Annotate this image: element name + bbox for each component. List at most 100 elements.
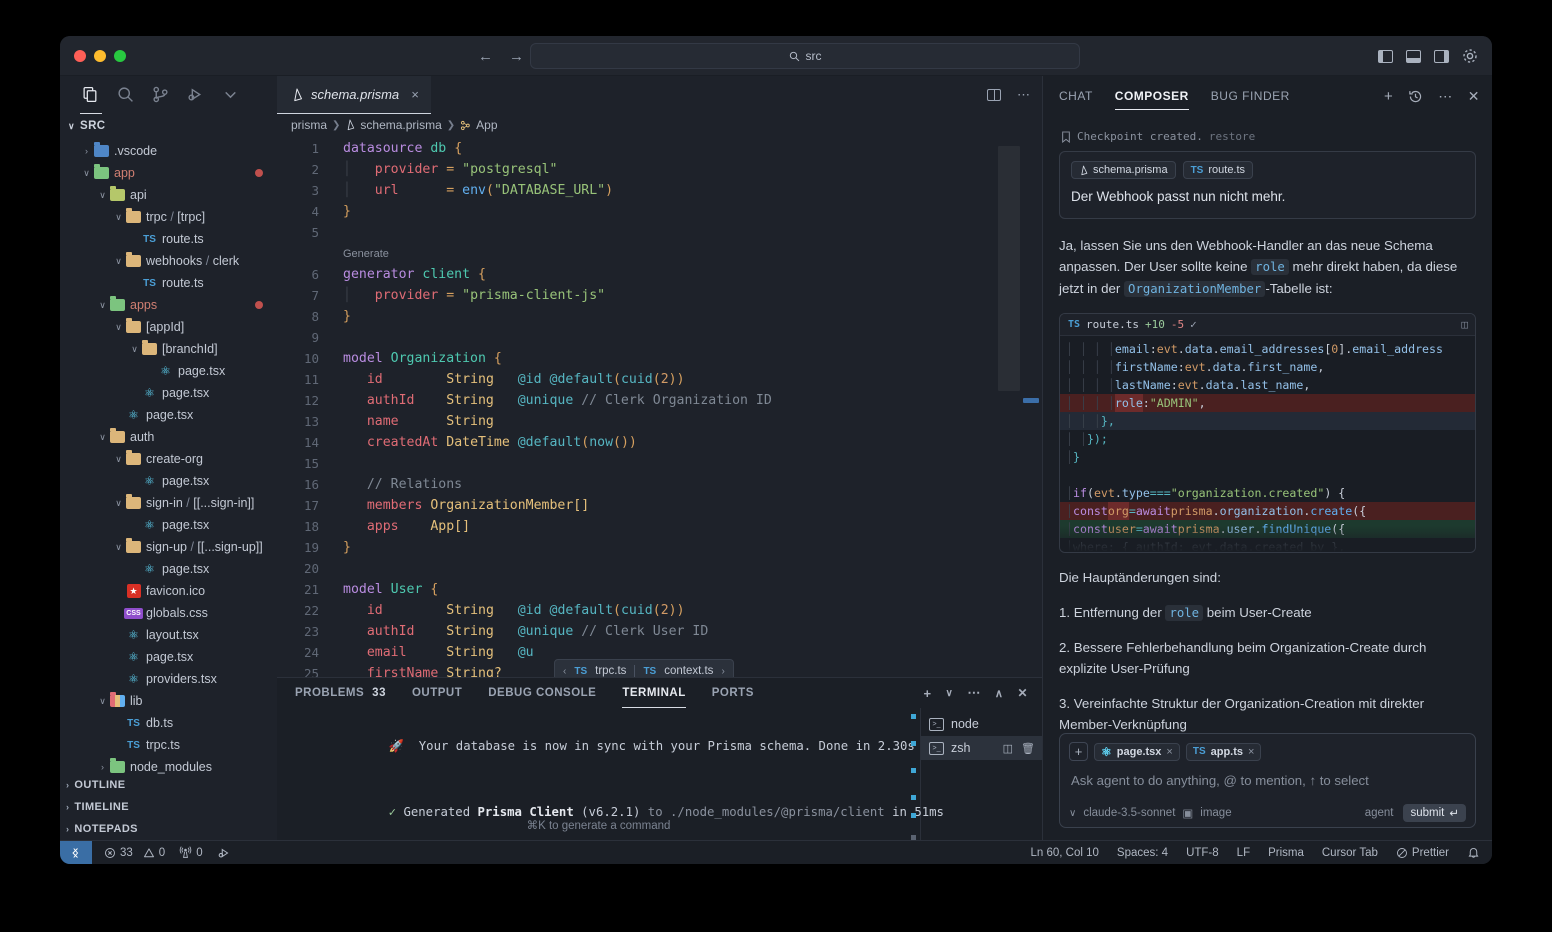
tree-file-faviconico[interactable]: ★ favicon.ico [60, 580, 277, 602]
tree-file-dbts[interactable]: TS db.ts [60, 712, 277, 734]
sidebar-section-timeline[interactable]: › TIMELINE [60, 796, 277, 818]
toggle-secondary-sidebar-icon[interactable] [1434, 49, 1449, 63]
chevron-down-icon[interactable]: ∨ [112, 322, 125, 333]
ai-tab-chat[interactable]: CHAT [1059, 76, 1093, 116]
panel-more-icon[interactable]: ⋯ [967, 685, 981, 701]
remove-chip-icon[interactable]: × [1248, 746, 1254, 758]
prev-reference-icon[interactable]: ‹ [563, 666, 566, 677]
gear-icon[interactable] [1462, 48, 1478, 64]
reference-context[interactable]: context.ts [664, 665, 713, 677]
ai-conversation[interactable]: Checkpoint created. restore schema.prism… [1043, 116, 1492, 733]
close-icon[interactable]: × [411, 87, 419, 102]
chevron-down-icon[interactable]: ∨ [80, 168, 93, 179]
code-editor[interactable]: 1 datasource db {2 │ provider = "postgresq… [277, 136, 1042, 677]
tree-file-trpcts[interactable]: TS trpc.ts [60, 734, 277, 756]
composer-chip-page[interactable]: ⚛ page.tsx × [1094, 742, 1180, 761]
terminal-instance-zsh[interactable]: >_ zsh ◫ 🗑 [921, 736, 1042, 760]
remove-chip-icon[interactable]: × [1166, 746, 1172, 758]
sidebar-section-outline[interactable]: › OUTLINE [60, 774, 277, 796]
close-panel-icon[interactable]: ✕ [1468, 88, 1480, 105]
diff-block[interactable]: TS route.ts +10 -5 ✓ ◫ │ │ │ │ email: ev… [1059, 313, 1476, 554]
explorer-icon[interactable] [80, 86, 102, 114]
run-debug-icon[interactable] [187, 86, 205, 104]
chevron-down-icon[interactable]: ∨ [128, 344, 141, 355]
more-icon[interactable]: ⋯ [1438, 88, 1453, 105]
tree-folder-webhooks[interactable]: ∨ webhooks / clerk [60, 250, 277, 272]
status-language-mode[interactable]: Prisma [1268, 847, 1304, 859]
close-window-button[interactable] [74, 49, 86, 62]
breadcrumb[interactable]: prisma ❯ schema.prisma ❯ App [277, 114, 1042, 136]
tree-folder-api[interactable]: ∨ api [60, 184, 277, 206]
composer-prompt-input[interactable]: Ask agent to do anything, @ to mention, … [1069, 769, 1466, 806]
tree-file-pagetsx[interactable]: ⚛ page.tsx [60, 404, 277, 426]
terminal-instance-list[interactable]: >_ node >_ zsh ◫ 🗑 [920, 708, 1042, 840]
chevron-right-icon[interactable]: › [96, 762, 109, 772]
run-debug-status[interactable] [217, 846, 231, 860]
chevron-down-icon[interactable]: ∨ [1069, 808, 1076, 819]
tree-file-providerstsx[interactable]: ⚛ providers.tsx [60, 668, 277, 690]
history-icon[interactable] [1408, 89, 1423, 104]
tree-folder-signin[interactable]: ∨ sign-in / [[...sign-in]] [60, 492, 277, 514]
radio-tower-status[interactable]: 0 [179, 846, 203, 859]
tree-folder-auth[interactable]: ∨ auth [60, 426, 277, 448]
back-icon[interactable]: ← [478, 48, 493, 65]
tree-file-pagetsx[interactable]: ⚛ page.tsx [60, 382, 277, 404]
context-chip-route[interactable]: TS route.ts [1182, 161, 1254, 179]
problems-status[interactable]: 33 0 [104, 847, 165, 859]
tree-file-pagetsx[interactable]: ⚛ page.tsx [60, 558, 277, 580]
maximize-window-button[interactable] [114, 49, 126, 62]
chevron-down-icon[interactable]: ∨ [96, 696, 109, 707]
breadcrumb-item-symbol[interactable]: App [476, 118, 497, 132]
next-reference-icon[interactable]: › [721, 666, 724, 677]
status-formatter[interactable]: Prettier [1396, 847, 1449, 859]
status-cursor-tab[interactable]: Cursor Tab [1322, 847, 1378, 859]
chevron-down-icon[interactable] [222, 86, 240, 104]
search-icon[interactable] [117, 86, 135, 104]
breadcrumb-item-prisma[interactable]: prisma [291, 118, 327, 132]
code-lens[interactable]: Generate [277, 243, 1042, 264]
tree-folder-nodemodules[interactable]: › node_modules [60, 756, 277, 774]
tree-file-routets[interactable]: TS route.ts [60, 272, 277, 294]
restore-link[interactable]: restore [1209, 130, 1255, 143]
chevron-down-icon[interactable]: ∨ [112, 542, 125, 553]
forward-icon[interactable]: → [509, 48, 524, 65]
status-indentation[interactable]: Spaces: 4 [1117, 847, 1168, 859]
tree-file-pagetsx[interactable]: ⚛ page.tsx [60, 646, 277, 668]
ai-tab-composer[interactable]: COMPOSER [1114, 76, 1189, 116]
tree-folder-lib[interactable]: ∨ lib [60, 690, 277, 712]
terminal-scrollbar[interactable] [911, 714, 916, 840]
status-notifications-bell-icon[interactable] [1467, 846, 1480, 859]
toggle-panel-icon[interactable] [1406, 49, 1421, 63]
new-composer-icon[interactable]: + [1384, 88, 1393, 105]
new-terminal-icon[interactable]: + [923, 686, 931, 701]
chevron-down-icon[interactable]: ∨ [96, 300, 109, 311]
composer-chip-app[interactable]: TS app.ts × [1185, 742, 1262, 761]
toggle-primary-sidebar-icon[interactable] [1378, 49, 1393, 63]
chevron-right-icon[interactable]: › [80, 146, 93, 156]
panel-tab-output[interactable]: OUTPUT [412, 678, 462, 708]
tree-file-globalscss[interactable]: CSS globals.css [60, 602, 277, 624]
window-controls[interactable] [60, 49, 126, 62]
panel-tab-debug-console[interactable]: DEBUG CONSOLE [488, 678, 596, 708]
context-chip-schema[interactable]: schema.prisma [1071, 161, 1176, 179]
chevron-down-icon[interactable]: ∨ [112, 256, 125, 267]
tree-folder-createorg[interactable]: ∨ create-org [60, 448, 277, 470]
status-encoding[interactable]: UTF-8 [1186, 847, 1219, 859]
diff-filename[interactable]: route.ts [1086, 318, 1139, 331]
panel-tab-terminal[interactable]: TERMINAL [622, 678, 687, 708]
maximize-panel-icon[interactable]: ∧ [995, 687, 1004, 700]
chevron-down-icon[interactable]: ∨ [112, 454, 125, 465]
submit-button[interactable]: submit ↵ [1403, 804, 1466, 822]
tree-file-pagetsx[interactable]: ⚛ page.tsx [60, 470, 277, 492]
chevron-down-icon[interactable]: ∨ [112, 498, 125, 509]
status-eol[interactable]: LF [1237, 847, 1250, 859]
tree-file-routets[interactable]: TS route.ts [60, 228, 277, 250]
tree-folder-appid[interactable]: ∨ [appId] [60, 316, 277, 338]
explorer-root-header[interactable]: ∨ SRC [60, 114, 277, 138]
mode-label[interactable]: agent [1365, 807, 1394, 819]
status-cursor-position[interactable]: Ln 60, Col 10 [1031, 847, 1099, 859]
tree-file-layouttsx[interactable]: ⚛ layout.tsx [60, 624, 277, 646]
split-terminal-icon[interactable]: ◫ [1003, 742, 1013, 755]
minimap-slider[interactable] [998, 146, 1020, 391]
more-actions-icon[interactable]: ⋯ [1017, 87, 1030, 103]
